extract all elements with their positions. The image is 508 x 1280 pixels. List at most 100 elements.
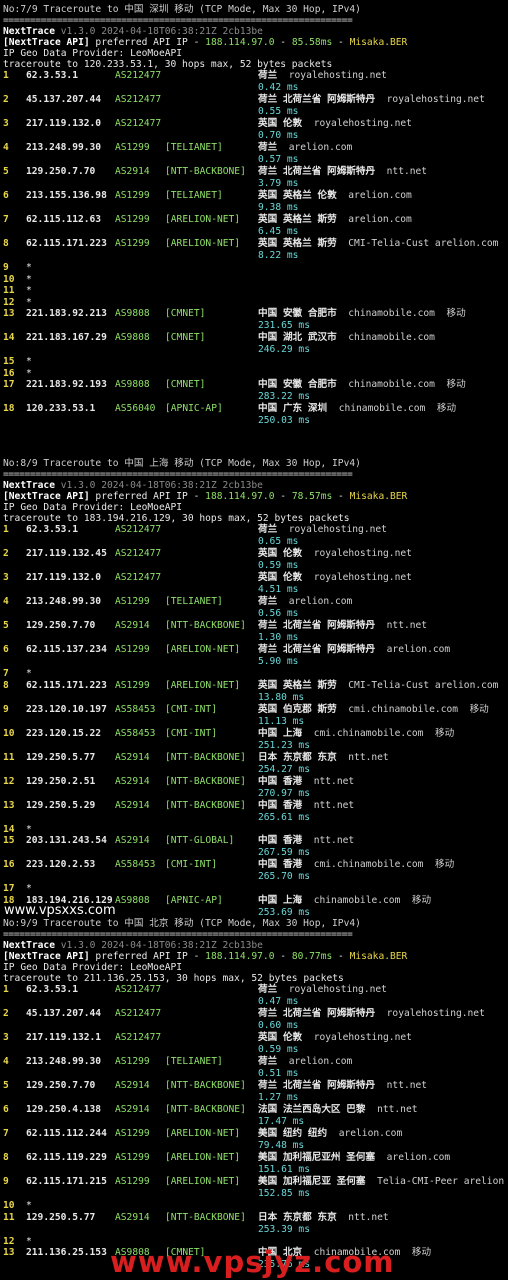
hop-number: 11 [3, 285, 15, 296]
hop-number: 9 [3, 1176, 9, 1187]
hop-ip: 217.119.132.0 [26, 572, 102, 583]
hop-geo: 荷兰 北荷兰省 阿姆斯特丹 arelion.com [258, 644, 450, 656]
hop-host: chinamobile.com 移动 [313, 894, 432, 906]
hop-number: 7 [3, 214, 9, 225]
hop-rtt: 267.59 ms [258, 847, 310, 858]
hop-geo: 荷兰 royalehosting.net [258, 70, 387, 82]
hop-rtt: 0.47 ms [258, 996, 299, 1007]
hop-geo: 荷兰 北荷兰省 阿姆斯特丹 ntt.net [258, 166, 427, 178]
hop-number: 11 [3, 1211, 15, 1223]
hop-asn: AS212477 [115, 548, 162, 559]
hop-geo-location: 美国 加利福尼亚 圣何塞 [258, 1176, 366, 1187]
hop-rtt: 254.27 ms [258, 763, 310, 775]
hop-geo: 英国 伦敦 royalehosting.net [258, 548, 412, 560]
hop-ip: 217.119.132.0 [26, 118, 102, 129]
hop-asn: AS1299 [115, 1056, 150, 1067]
hop-geo: 荷兰 royalehosting.net [258, 524, 387, 536]
hop-number: 18 [3, 403, 15, 414]
hop-geo: 日本 东京都 东京 ntt.net [258, 1212, 389, 1224]
api-dash-2: - [332, 37, 350, 48]
nexttrace-version: v1.3.0 2024-04-18T06:38:21Z 2cb13be [60, 480, 263, 491]
hop-asn: AS2914 [115, 620, 150, 631]
hop-network-tag: [TELIANET] [165, 142, 223, 153]
hop-ip: 213.155.136.98 [26, 190, 107, 201]
hop-geo-location: 美国 纽约 纽约 [258, 1128, 328, 1139]
hop-rtt: 253.39 ms [258, 1223, 310, 1235]
nexttrace-name: NextTrace [3, 480, 55, 491]
hop-geo: 中国 香港 ntt.net [258, 776, 354, 788]
hop-host: ntt.net [348, 1211, 389, 1223]
hop-asn: AS1299 [115, 1152, 150, 1163]
hop-number: 8 [3, 238, 9, 249]
hop-geo-location: 中国 上海 [258, 727, 303, 739]
hop-geo-location: 日本 东京都 东京 [258, 1211, 337, 1223]
hop-timeout: * [26, 823, 32, 835]
hop-network-tag: [ARELION-NET] [165, 1128, 241, 1139]
hop-network-tag: [ARELION-NET] [165, 214, 241, 225]
hop-host: royalehosting.net [288, 984, 387, 995]
hop-asn: AS1299 [115, 1176, 150, 1187]
hop-host: royalehosting.net [313, 572, 412, 583]
hop-geo: 荷兰 arelion.com [258, 596, 352, 608]
hop-network-tag: [APNIC-AP] [165, 403, 223, 414]
hop-geo-location: 中国 安徽 合肥市 [258, 379, 337, 390]
hop-geo-location: 法国 法兰西岛大区 巴黎 [258, 1104, 366, 1115]
hop-host: royalehosting.net [313, 548, 412, 559]
hop-ip: 129.250.7.70 [26, 620, 96, 631]
hop-host: ntt.net [377, 1104, 418, 1115]
hop-geo-location: 英国 伯克郡 斯劳 [258, 703, 337, 715]
hop-host: cmi.chinamobile.com 移动 [313, 727, 455, 739]
hop-rtt: 0.56 ms [258, 608, 299, 619]
api-dash: - [274, 951, 292, 962]
hop-network-tag: [NTT-BACKBONE] [165, 1211, 246, 1223]
api-dash-2: - [332, 951, 350, 962]
hop-number: 7 [3, 668, 9, 679]
api-prefix: [NextTrace API] [3, 491, 90, 502]
hop-number: 12 [3, 296, 15, 308]
hop-rtt: 0.55 ms [258, 106, 299, 117]
hop-geo: 英国 伦敦 royalehosting.net [258, 1032, 412, 1044]
hop-geo-location: 中国 广东 深圳 [258, 403, 328, 414]
hop-number: 5 [3, 620, 9, 631]
hop-asn: AS1299 [115, 238, 150, 249]
hop-geo: 中国 安徽 合肥市 chinamobile.com 移动 [258, 379, 466, 391]
hop-geo: 中国 香港 ntt.net [258, 800, 354, 812]
hop-geo: 英国 英格兰 斯劳 CMI-Telia-Cust arelion.com [258, 680, 498, 692]
hop-ip: 223.120.2.53 [26, 859, 96, 870]
hop-network-tag: [CMNET] [165, 332, 206, 343]
hop-host: ntt.net [313, 775, 355, 787]
hop-rtt: 6.45 ms [258, 226, 299, 237]
hop-geo-location: 英国 伦敦 [258, 572, 303, 583]
hop-number: 4 [3, 596, 9, 607]
hop-network-tag: [NTT-BACKBONE] [165, 166, 246, 177]
hop-network-tag: [ARELION-NET] [165, 644, 241, 655]
hop-rtt: 0.57 ms [258, 154, 299, 165]
hop-number: 10 [3, 1200, 15, 1211]
hop-host: arelion.com [288, 596, 353, 607]
hop-rtt: 11.13 ms [258, 715, 305, 727]
hop-number: 13 [3, 1247, 15, 1258]
hop-ip: 62.3.53.1 [26, 524, 78, 535]
hop-network-tag: [TELIANET] [165, 190, 223, 201]
hop-asn: AS58453 [115, 727, 156, 739]
hop-network-tag: [CMI-INT] [165, 859, 217, 870]
hop-number: 1 [3, 70, 9, 81]
hop-host: ntt.net [386, 166, 428, 177]
hop-geo: 英国 伯克郡 斯劳 cmi.chinamobile.com 移动 [258, 704, 489, 716]
hop-host: chinamobile.com [348, 332, 435, 343]
hop-network-tag: [CMNET] [165, 308, 206, 319]
hop-asn: AS1299 [115, 190, 150, 201]
hop-geo: 英国 伦敦 royalehosting.net [258, 572, 412, 584]
hop-geo: 荷兰 北荷兰省 阿姆斯特丹 royalehosting.net [258, 94, 485, 106]
hop-ip: 62.115.171.223 [26, 679, 107, 691]
hop-number: 6 [3, 1104, 9, 1115]
hop-ip: 62.115.171.223 [26, 238, 107, 249]
api-latency: 78.57ms [291, 491, 333, 502]
hop-host: CMI-Telia-Cust arelion.com [348, 238, 499, 249]
hop-host: royalehosting.net [313, 1032, 412, 1043]
hop-host: ntt.net [386, 620, 428, 631]
hop-asn: AS58453 [115, 703, 156, 715]
hop-geo-location: 英国 英格兰 斯劳 [258, 238, 337, 249]
hop-number: 6 [3, 190, 9, 201]
hop-geo: 荷兰 北荷兰省 阿姆斯特丹 ntt.net [258, 620, 427, 632]
